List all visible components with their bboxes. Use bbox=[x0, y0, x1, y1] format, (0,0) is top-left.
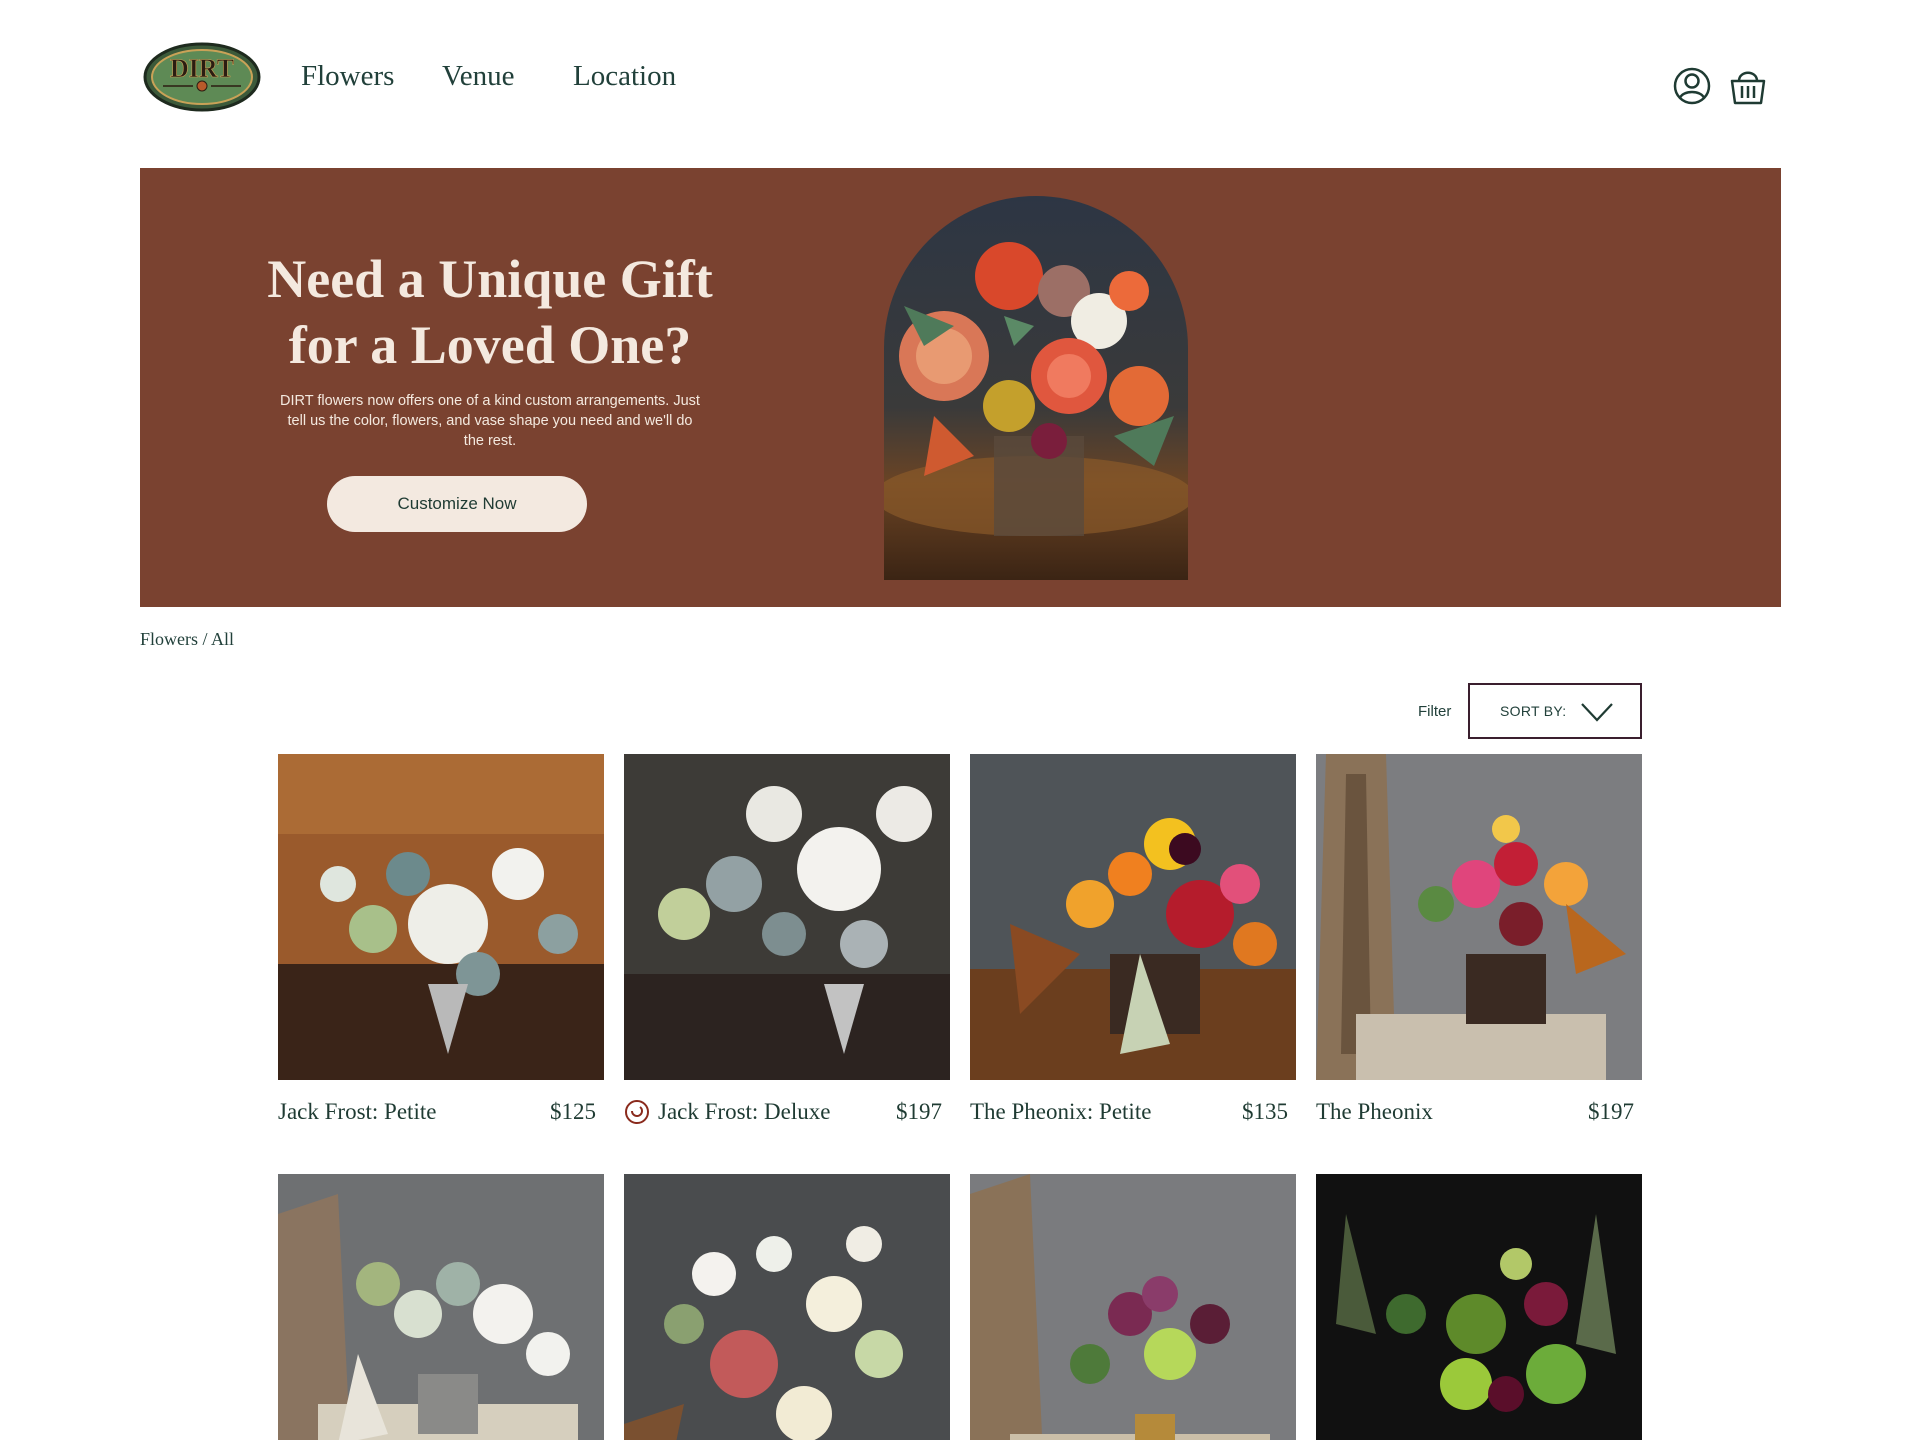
nav-location[interactable]: Location bbox=[573, 60, 676, 93]
product-name[interactable]: The Pheonix: Petite bbox=[970, 1099, 1242, 1125]
header-actions bbox=[1672, 64, 1768, 108]
product-image bbox=[278, 1174, 604, 1440]
filter-button[interactable]: Filter bbox=[1418, 703, 1451, 720]
product-name[interactable]: Jack Frost: Petite bbox=[278, 1099, 550, 1125]
product-image bbox=[1316, 1174, 1642, 1440]
product-card[interactable]: The Pheonix: Petite $135 bbox=[970, 754, 1296, 1124]
product-card[interactable]: The Pheonix $197 bbox=[1316, 754, 1642, 1124]
product-name[interactable]: Jack Frost: Deluxe bbox=[658, 1099, 896, 1125]
product-image bbox=[970, 754, 1296, 1080]
nav-venue[interactable]: Venue bbox=[442, 60, 514, 93]
breadcrumb[interactable]: Flowers / All bbox=[140, 629, 234, 650]
sort-by-dropdown[interactable]: SORT BY: bbox=[1468, 683, 1642, 739]
product-image bbox=[970, 1174, 1296, 1440]
product-meta: Jack Frost: Petite $125 bbox=[278, 1094, 596, 1130]
product-meta: The Pheonix $197 bbox=[1316, 1094, 1634, 1130]
product-image bbox=[624, 1174, 950, 1440]
product-price: $197 bbox=[1588, 1099, 1634, 1124]
hero-description: DIRT flowers now offers one of a kind cu… bbox=[280, 393, 700, 449]
product-price: $125 bbox=[550, 1099, 596, 1124]
dirt-logo[interactable]: DIRT bbox=[143, 41, 261, 113]
product-image bbox=[1316, 754, 1642, 1080]
product-meta: The Pheonix: Petite $135 bbox=[970, 1094, 1288, 1130]
customize-now-button[interactable]: Customize Now bbox=[327, 476, 587, 532]
product-card[interactable] bbox=[1316, 1174, 1642, 1440]
svg-text:DIRT: DIRT bbox=[170, 54, 234, 83]
sort-by-label: SORT BY: bbox=[1500, 703, 1567, 719]
hero-bouquet-image bbox=[884, 196, 1188, 580]
chevron-down-icon bbox=[1581, 703, 1613, 722]
product-card[interactable] bbox=[278, 1174, 604, 1440]
product-image bbox=[624, 754, 950, 1080]
product-name[interactable]: The Pheonix bbox=[1316, 1099, 1588, 1125]
product-price: $135 bbox=[1242, 1099, 1288, 1124]
user-icon[interactable] bbox=[1672, 64, 1712, 108]
product-card[interactable]: Jack Frost: Deluxe $197 bbox=[624, 754, 950, 1124]
basket-icon[interactable] bbox=[1728, 64, 1768, 108]
favorite-badge-icon[interactable] bbox=[624, 1099, 650, 1125]
hero-banner: Need a Unique Gift for a Loved One? DIRT… bbox=[140, 168, 1781, 607]
product-card[interactable] bbox=[970, 1174, 1296, 1440]
product-card[interactable]: Jack Frost: Petite $125 bbox=[278, 754, 604, 1124]
nav-flowers[interactable]: Flowers bbox=[301, 60, 394, 93]
product-price: $197 bbox=[896, 1099, 942, 1124]
product-meta: Jack Frost: Deluxe $197 bbox=[624, 1094, 942, 1130]
product-image bbox=[278, 754, 604, 1080]
product-card[interactable] bbox=[624, 1174, 950, 1440]
hero-title: Need a Unique Gift for a Loved One? bbox=[267, 249, 713, 375]
